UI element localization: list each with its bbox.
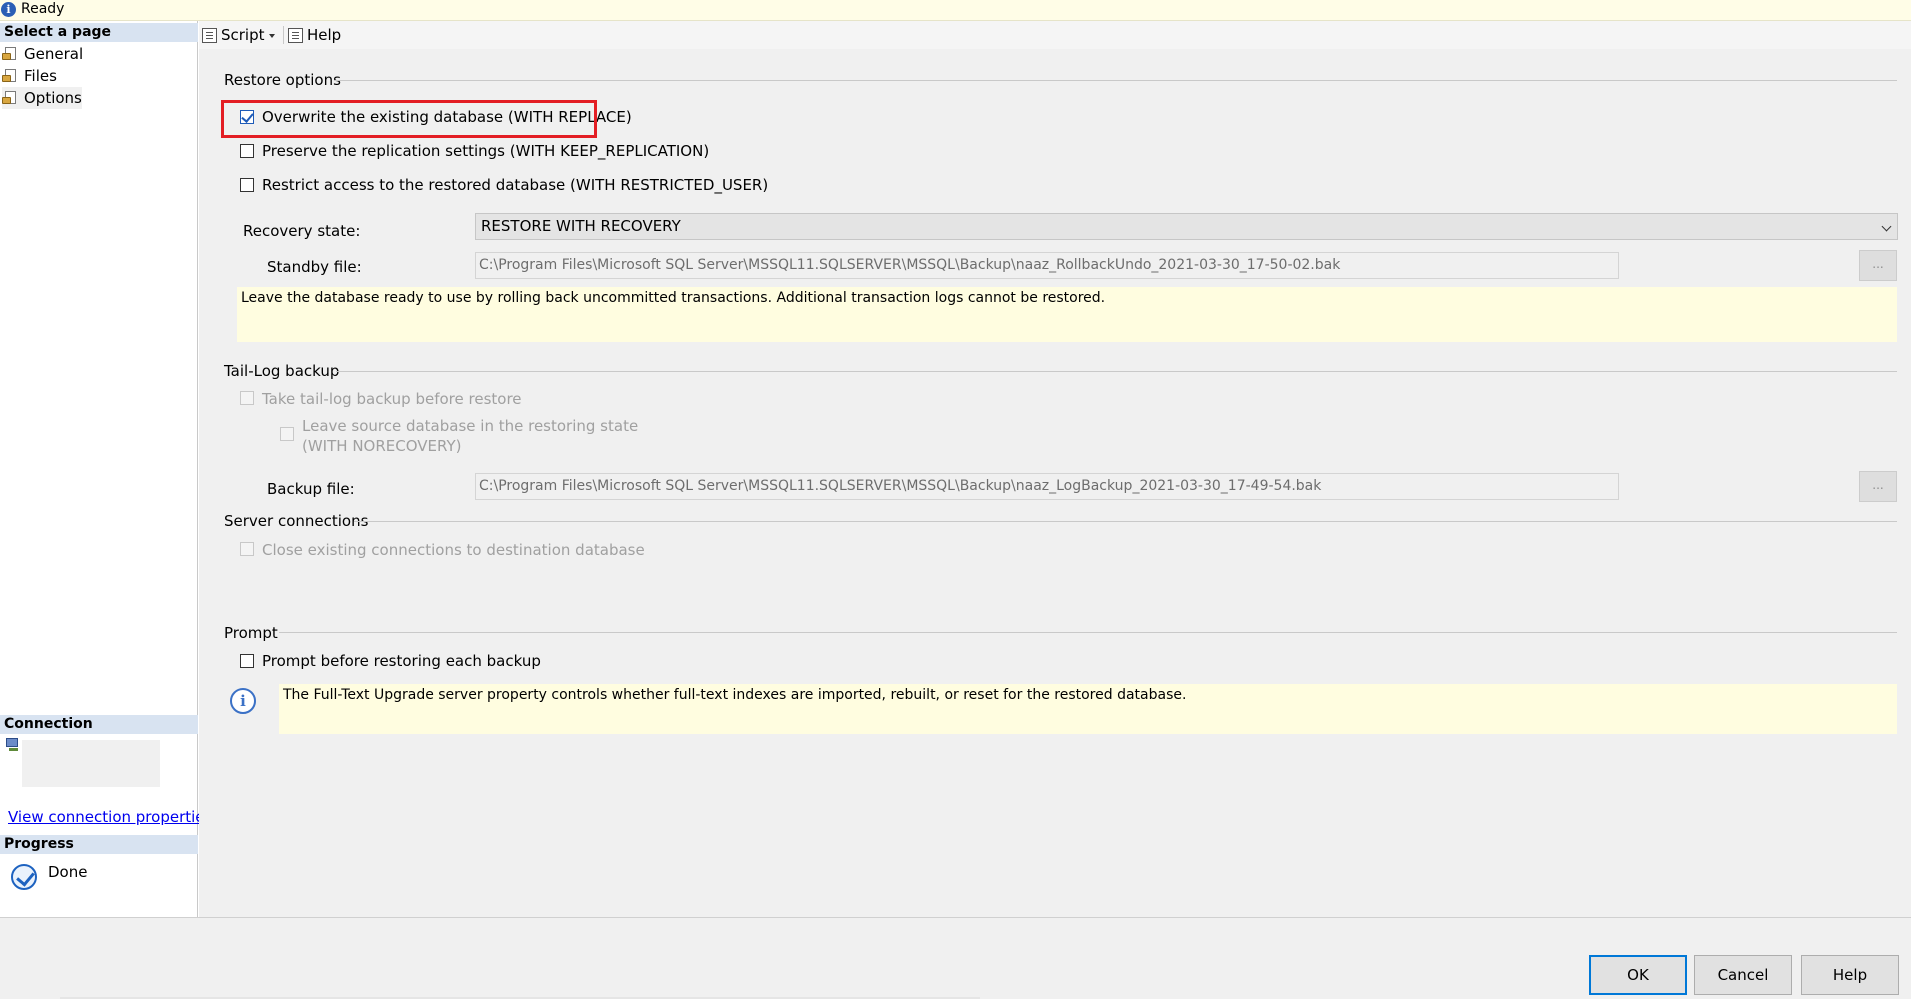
dialog-footer: OK Cancel Help bbox=[0, 917, 1911, 999]
leave-source-label-note: (WITH NORECOVERY) bbox=[302, 437, 462, 455]
restrict-access-checkbox[interactable] bbox=[240, 178, 254, 192]
help-button[interactable]: Help bbox=[1801, 955, 1899, 995]
section-divider bbox=[354, 521, 1897, 522]
recovery-description: Leave the database ready to use by rolli… bbox=[237, 287, 1897, 342]
help-toolbar-button[interactable]: Help bbox=[288, 26, 341, 44]
backup-file-input[interactable]: C:\Program Files\Microsoft SQL Server\MS… bbox=[475, 473, 1619, 500]
checkmark-icon bbox=[11, 864, 37, 890]
chevron-down-icon[interactable] bbox=[269, 34, 275, 38]
server-connections-heading: Server connections bbox=[224, 512, 369, 530]
view-connection-properties-link[interactable]: View connection properties bbox=[8, 808, 212, 826]
leave-source-label: Leave source database in the restoring s… bbox=[302, 417, 639, 435]
backup-browse-button[interactable]: ... bbox=[1859, 471, 1897, 502]
sidebar-item-files[interactable]: Files bbox=[2, 65, 57, 87]
page-settings-icon bbox=[2, 68, 18, 84]
prompt-each-backup-checkbox[interactable] bbox=[240, 654, 254, 668]
help-icon bbox=[288, 27, 303, 43]
standby-file-input[interactable]: C:\Program Files\Microsoft SQL Server\MS… bbox=[475, 252, 1619, 279]
connection-heading: Connection bbox=[0, 715, 198, 734]
progress-status: Done bbox=[48, 863, 88, 881]
help-label: Help bbox=[307, 26, 342, 44]
prompt-heading: Prompt bbox=[224, 624, 278, 642]
standby-file-label: Standby file: bbox=[267, 258, 362, 276]
status-text: Ready bbox=[21, 1, 65, 17]
cancel-button[interactable]: Cancel bbox=[1694, 955, 1792, 995]
select-page-heading: Select a page bbox=[0, 23, 198, 42]
section-divider bbox=[336, 371, 1897, 372]
take-tail-log-label: Take tail-log backup before restore bbox=[262, 390, 522, 408]
script-button[interactable]: Script bbox=[202, 26, 265, 44]
ok-button[interactable]: OK bbox=[1589, 955, 1687, 995]
restrict-access-label: Restrict access to the restored database… bbox=[262, 176, 769, 194]
server-connection-icon bbox=[6, 738, 21, 752]
connection-info-box bbox=[22, 740, 160, 787]
backup-file-label: Backup file: bbox=[267, 480, 355, 498]
sidebar-item-general[interactable]: General bbox=[2, 43, 83, 65]
info-icon: i bbox=[1, 2, 16, 17]
script-icon bbox=[202, 27, 217, 43]
close-connections-label: Close existing connections to destinatio… bbox=[262, 541, 645, 559]
close-connections-checkbox[interactable] bbox=[240, 542, 254, 556]
recovery-state-label: Recovery state: bbox=[243, 222, 361, 240]
progress-heading: Progress bbox=[0, 835, 198, 854]
prompt-each-backup-label: Prompt before restoring each backup bbox=[262, 652, 541, 670]
recovery-state-value: RESTORE WITH RECOVERY bbox=[481, 217, 681, 235]
tail-log-heading: Tail-Log backup bbox=[224, 362, 340, 380]
info-icon: i bbox=[230, 688, 256, 714]
chevron-down-icon bbox=[1881, 221, 1892, 232]
script-label: Script bbox=[221, 26, 265, 44]
recovery-state-dropdown[interactable]: RESTORE WITH RECOVERY bbox=[475, 213, 1898, 240]
page-settings-icon bbox=[2, 46, 18, 62]
status-bar: i Ready bbox=[0, 0, 1911, 21]
sidebar-item-label: Files bbox=[24, 67, 57, 85]
toolbar: Script Help bbox=[199, 21, 1911, 49]
highlight-annotation bbox=[221, 100, 597, 138]
full-text-info-note: The Full-Text Upgrade server property co… bbox=[279, 684, 1897, 734]
standby-browse-button[interactable]: ... bbox=[1859, 250, 1897, 281]
section-divider bbox=[279, 632, 1897, 633]
main-panel: Script Help Restore options Overwrite th… bbox=[199, 21, 1911, 917]
toolbar-separator bbox=[283, 26, 284, 44]
sidebar-item-options[interactable]: Options bbox=[2, 87, 82, 109]
section-divider bbox=[334, 80, 1897, 81]
sidebar-item-label: Options bbox=[24, 89, 82, 107]
take-tail-log-checkbox[interactable] bbox=[240, 391, 254, 405]
restore-options-heading: Restore options bbox=[224, 71, 341, 89]
page-settings-icon bbox=[2, 90, 18, 106]
sidebar-item-label: General bbox=[24, 45, 84, 63]
preserve-replication-checkbox[interactable] bbox=[240, 144, 254, 158]
leave-source-checkbox[interactable] bbox=[280, 427, 294, 441]
preserve-replication-label: Preserve the replication settings (WITH … bbox=[262, 142, 710, 160]
